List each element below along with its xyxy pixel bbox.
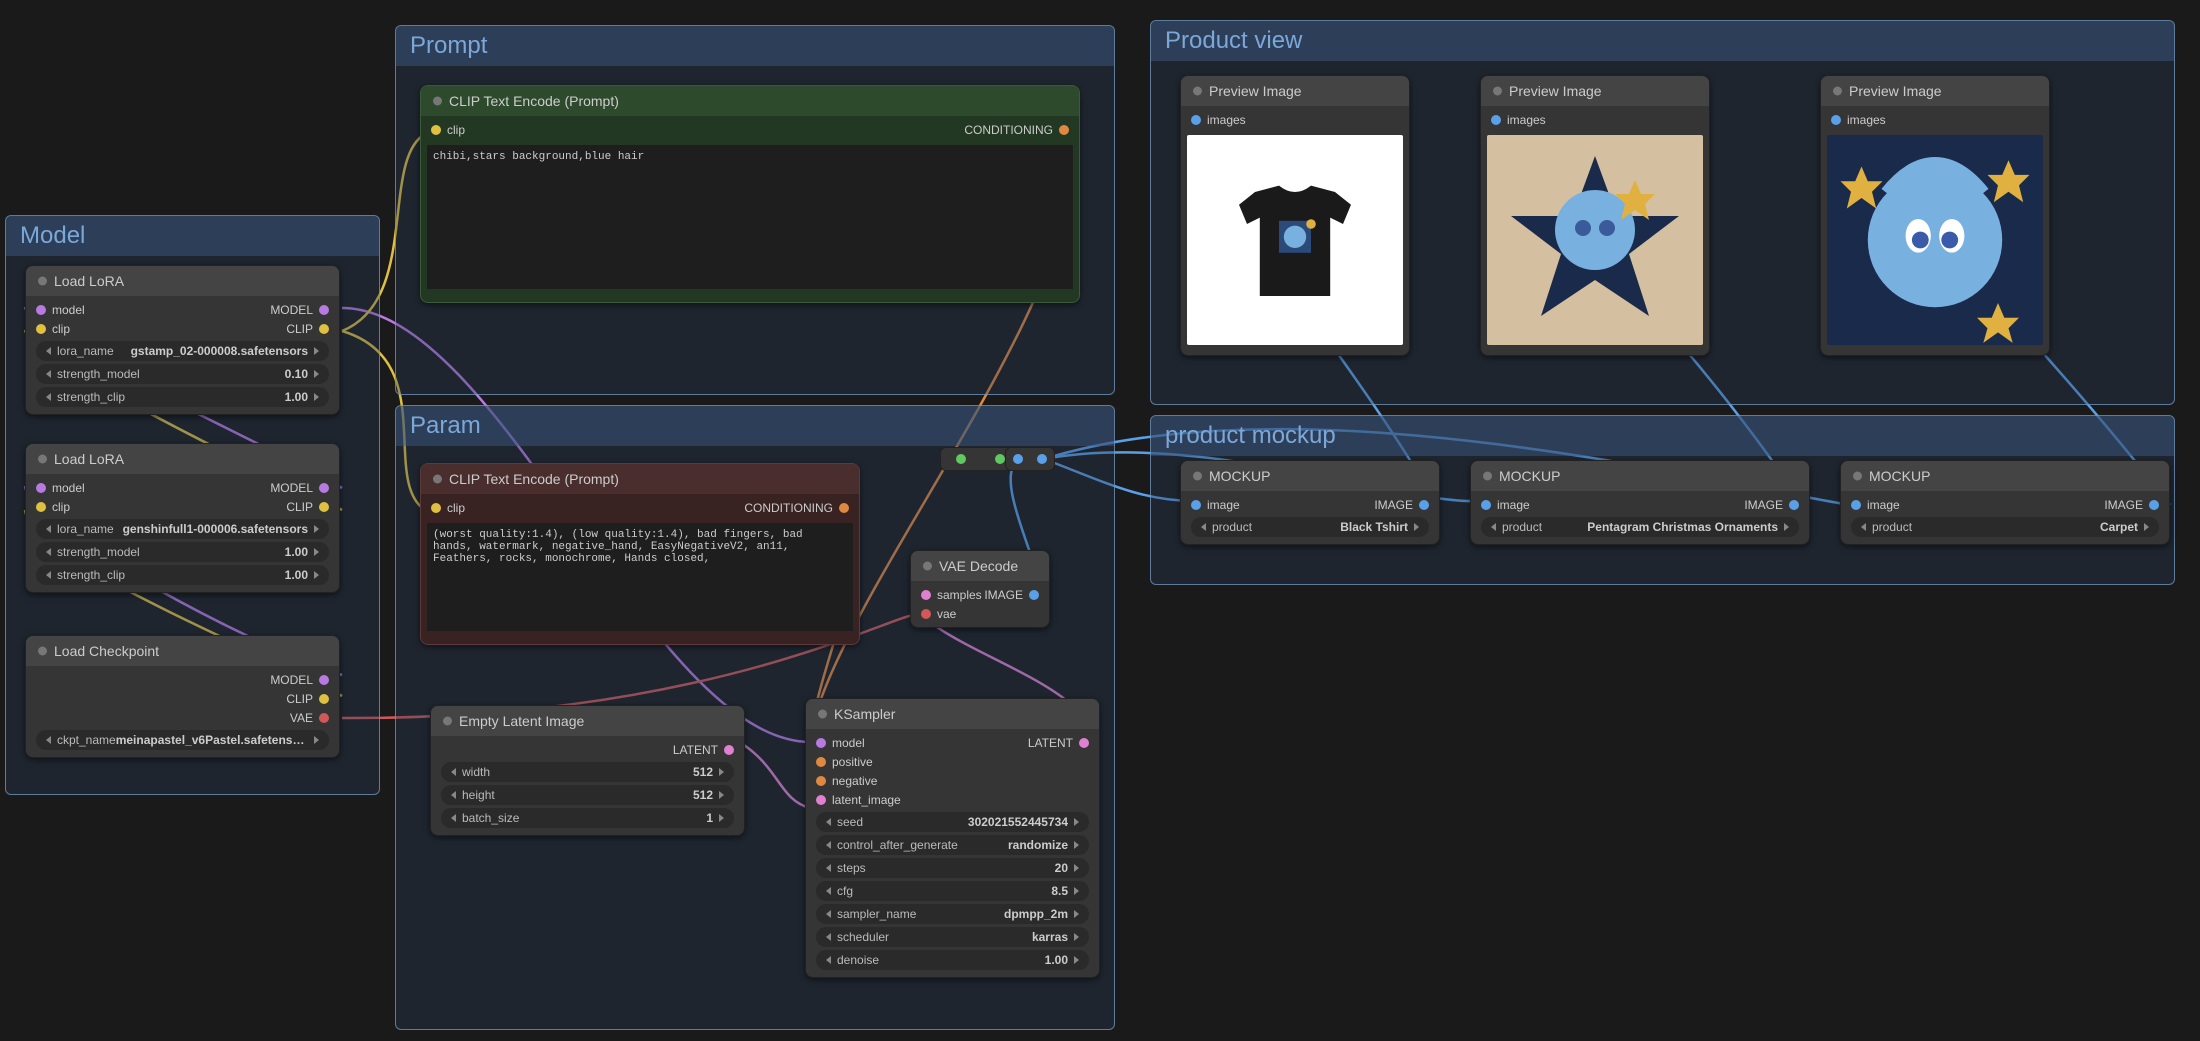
node-title[interactable]: Preview Image <box>1181 76 1409 106</box>
preview-image-ornament <box>1487 135 1703 345</box>
node-load-checkpoint[interactable]: Load Checkpoint MODEL CLIP VAE ckpt_name… <box>25 635 340 758</box>
widget-strength-clip[interactable]: strength_clip1.00 <box>36 565 329 585</box>
reroute-node[interactable] <box>1005 447 1055 471</box>
widget-product[interactable]: productPentagram Christmas Ornaments <box>1481 517 1799 537</box>
widget-denoise[interactable]: denoise1.00 <box>816 950 1089 970</box>
widget-height[interactable]: height512 <box>441 785 734 805</box>
group-title: Product view <box>1151 21 2174 61</box>
output-image[interactable]: IMAGE <box>2104 497 2159 512</box>
input-model[interactable]: model <box>36 302 85 317</box>
input-image[interactable]: image <box>1191 497 1240 512</box>
input-clip[interactable]: clip <box>36 321 70 336</box>
node-preview-2[interactable]: Preview Image images <box>1480 75 1710 356</box>
node-preview-3[interactable]: Preview Image images <box>1820 75 2050 356</box>
prompt-textarea[interactable] <box>427 145 1073 289</box>
input-vae[interactable]: vae <box>921 606 956 621</box>
input-negative[interactable]: negative <box>816 773 877 788</box>
output-latent[interactable]: LATENT <box>673 742 734 757</box>
output-conditioning[interactable]: CONDITIONING <box>744 500 849 515</box>
node-title[interactable]: MOCKUP <box>1841 461 2169 491</box>
output-image[interactable]: IMAGE <box>1744 497 1799 512</box>
node-mockup-3[interactable]: MOCKUP image IMAGE productCarpet <box>1840 460 2170 545</box>
node-load-lora-2[interactable]: Load LoRA model MODEL clip CLIP lora_nam… <box>25 443 340 593</box>
output-model[interactable]: MODEL <box>270 480 329 495</box>
node-mockup-1[interactable]: MOCKUP image IMAGE productBlack Tshirt <box>1180 460 1440 545</box>
input-model[interactable]: model <box>36 480 85 495</box>
widget-lora-name[interactable]: lora_namegstamp_02-000008.safetensors <box>36 341 329 361</box>
group-title: product mockup <box>1151 416 2174 456</box>
widget-product[interactable]: productBlack Tshirt <box>1191 517 1429 537</box>
input-latent-image[interactable]: latent_image <box>816 792 901 807</box>
group-title: Model <box>6 216 379 256</box>
node-title[interactable]: Preview Image <box>1481 76 1709 106</box>
output-clip[interactable]: CLIP <box>286 321 329 336</box>
input-images[interactable]: images <box>1831 112 1886 127</box>
node-vae-decode[interactable]: VAE Decode samples IMAGE vae <box>910 550 1050 628</box>
node-title[interactable]: Load LoRA <box>26 266 339 296</box>
widget-ckpt-name[interactable]: ckpt_namemeinapastel_v6Pastel.safetensor… <box>36 730 329 750</box>
widget-seed[interactable]: seed302021552445734 <box>816 812 1089 832</box>
input-model[interactable]: model <box>816 735 865 750</box>
reroute-out[interactable] <box>1037 454 1047 464</box>
widget-width[interactable]: width512 <box>441 762 734 782</box>
prompt-textarea[interactable] <box>427 523 853 631</box>
input-images[interactable]: images <box>1191 112 1246 127</box>
widget-lora-name[interactable]: lora_namegenshinfull1-000006.safetensors <box>36 519 329 539</box>
output-latent[interactable]: LATENT <box>1028 735 1089 750</box>
widget-strength-model[interactable]: strength_model1.00 <box>36 542 329 562</box>
input-clip[interactable]: clip <box>431 500 465 515</box>
output-model[interactable]: MODEL <box>270 302 329 317</box>
widget-product[interactable]: productCarpet <box>1851 517 2159 537</box>
input-image[interactable]: image <box>1851 497 1900 512</box>
input-images[interactable]: images <box>1491 112 1546 127</box>
output-clip[interactable]: CLIP <box>286 499 329 514</box>
node-title[interactable]: KSampler <box>806 699 1099 729</box>
node-title[interactable]: CLIP Text Encode (Prompt) <box>421 464 859 494</box>
widget-sampler-name[interactable]: sampler_namedpmpp_2m <box>816 904 1089 924</box>
input-image[interactable]: image <box>1481 497 1530 512</box>
reroute-out[interactable] <box>995 454 1005 464</box>
group-title: Prompt <box>396 26 1114 66</box>
output-clip[interactable]: CLIP <box>286 691 329 706</box>
node-title[interactable]: CLIP Text Encode (Prompt) <box>421 86 1079 116</box>
node-empty-latent[interactable]: Empty Latent Image LATENT width512 heigh… <box>430 705 745 836</box>
node-title[interactable]: Preview Image <box>1821 76 2049 106</box>
node-title[interactable]: MOCKUP <box>1471 461 1809 491</box>
widget-batch-size[interactable]: batch_size1 <box>441 808 734 828</box>
preview-image-carpet <box>1827 135 2043 345</box>
node-preview-1[interactable]: Preview Image images <box>1180 75 1410 356</box>
node-title[interactable]: MOCKUP <box>1181 461 1439 491</box>
node-title[interactable]: VAE Decode <box>911 551 1049 581</box>
widget-strength-model[interactable]: strength_model0.10 <box>36 364 329 384</box>
widget-control-after-generate[interactable]: control_after_generaterandomize <box>816 835 1089 855</box>
output-image[interactable]: IMAGE <box>1374 497 1429 512</box>
output-model[interactable]: MODEL <box>270 672 329 687</box>
widget-steps[interactable]: steps20 <box>816 858 1089 878</box>
output-vae[interactable]: VAE <box>290 710 329 725</box>
node-title[interactable]: Load LoRA <box>26 444 339 474</box>
preview-image-tshirt <box>1187 135 1403 345</box>
widget-strength-clip[interactable]: strength_clip1.00 <box>36 387 329 407</box>
node-mockup-2[interactable]: MOCKUP image IMAGE productPentagram Chri… <box>1470 460 1810 545</box>
input-clip[interactable]: clip <box>36 499 70 514</box>
reroute-in[interactable] <box>956 454 966 464</box>
output-image[interactable]: IMAGE <box>984 587 1039 602</box>
reroute-in[interactable] <box>1013 454 1023 464</box>
group-title: Param <box>396 406 1114 446</box>
node-title[interactable]: Empty Latent Image <box>431 706 744 736</box>
widget-scheduler[interactable]: schedulerkarras <box>816 927 1089 947</box>
node-ksampler[interactable]: KSampler model LATENT positive negative … <box>805 698 1100 978</box>
node-clip-negative[interactable]: CLIP Text Encode (Prompt) clip CONDITION… <box>420 463 860 645</box>
input-samples[interactable]: samples <box>921 587 982 602</box>
node-load-lora-1[interactable]: Load LoRA model MODEL clip CLIP lora_nam… <box>25 265 340 415</box>
output-conditioning[interactable]: CONDITIONING <box>964 122 1069 137</box>
node-title[interactable]: Load Checkpoint <box>26 636 339 666</box>
input-clip[interactable]: clip <box>431 122 465 137</box>
node-clip-positive[interactable]: CLIP Text Encode (Prompt) clip CONDITION… <box>420 85 1080 303</box>
input-positive[interactable]: positive <box>816 754 873 769</box>
widget-cfg[interactable]: cfg8.5 <box>816 881 1089 901</box>
